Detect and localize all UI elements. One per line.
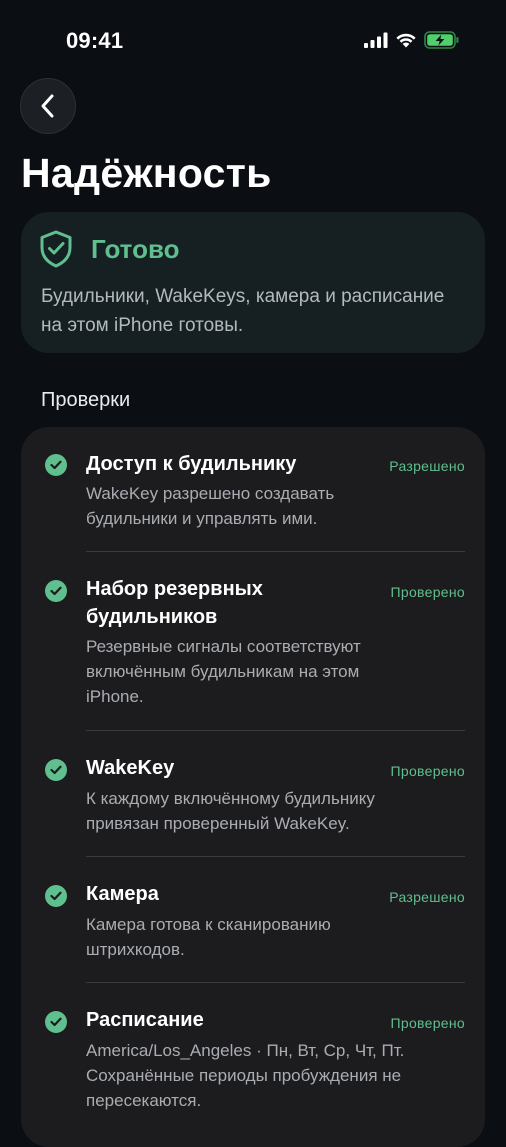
status-description: Будильники, WakeKeys, камера и расписани… bbox=[41, 286, 445, 336]
checkmark-icon bbox=[45, 885, 67, 907]
back-button[interactable] bbox=[20, 78, 76, 134]
section-title: Проверки bbox=[41, 389, 131, 411]
wifi-icon bbox=[396, 33, 416, 48]
check-description: WakeKey разрешено создавать будильники и… bbox=[86, 484, 335, 528]
check-title: Камера bbox=[86, 883, 159, 905]
signal-icon bbox=[364, 32, 388, 48]
status-bar: 09:41 bbox=[0, 0, 506, 84]
status-time: 09:41 bbox=[66, 28, 124, 53]
check-description: Камера готова к сканированию штрихкодов. bbox=[86, 915, 331, 959]
status-icons bbox=[364, 31, 460, 49]
check-title: WakeKey bbox=[86, 757, 175, 779]
check-item-alarm-access[interactable]: Доступ к будильнику Разрешено WakeKey ра… bbox=[21, 427, 485, 551]
check-description: К каждому включённому будильнику привяза… bbox=[86, 789, 375, 833]
checkmark-icon bbox=[45, 580, 67, 602]
check-description: America/Los_Angeles · Пн, Вт, Ср, Чт, Пт… bbox=[86, 1041, 405, 1110]
check-item-backup-alarms[interactable]: Набор резервных будильников Проверено Ре… bbox=[21, 552, 485, 730]
check-title: Набор резервных будильников bbox=[86, 578, 263, 628]
check-status: Разрешено bbox=[389, 889, 465, 905]
check-item-schedule[interactable]: Расписание Проверено America/Los_Angeles… bbox=[21, 983, 485, 1147]
checkmark-icon bbox=[45, 759, 67, 781]
check-status: Проверено bbox=[390, 763, 465, 779]
check-item-camera[interactable]: Камера Разрешено Камера готова к сканиро… bbox=[21, 857, 485, 982]
chevron-left-icon bbox=[41, 94, 54, 118]
check-title: Доступ к будильнику bbox=[86, 453, 297, 475]
status-card: Готово Будильники, WakeKeys, камера и ра… bbox=[21, 212, 485, 353]
check-title: Расписание bbox=[86, 1009, 204, 1031]
check-status: Разрешено bbox=[389, 458, 465, 474]
check-status: Проверено bbox=[390, 1015, 465, 1031]
shield-check-icon bbox=[40, 230, 72, 268]
checkmark-icon bbox=[45, 454, 67, 476]
check-item-wakekey[interactable]: WakeKey Проверено К каждому включённому … bbox=[21, 731, 485, 856]
checkmark-icon bbox=[45, 1011, 67, 1033]
checks-list: Доступ к будильнику Разрешено WakeKey ра… bbox=[21, 427, 485, 1147]
check-status: Проверено bbox=[390, 584, 465, 600]
page-title: Надёжность bbox=[21, 150, 272, 196]
status-title: Готово bbox=[91, 234, 180, 264]
check-description: Резервные сигналы соответствуют включённ… bbox=[86, 637, 361, 706]
battery-charging-icon bbox=[424, 31, 459, 49]
